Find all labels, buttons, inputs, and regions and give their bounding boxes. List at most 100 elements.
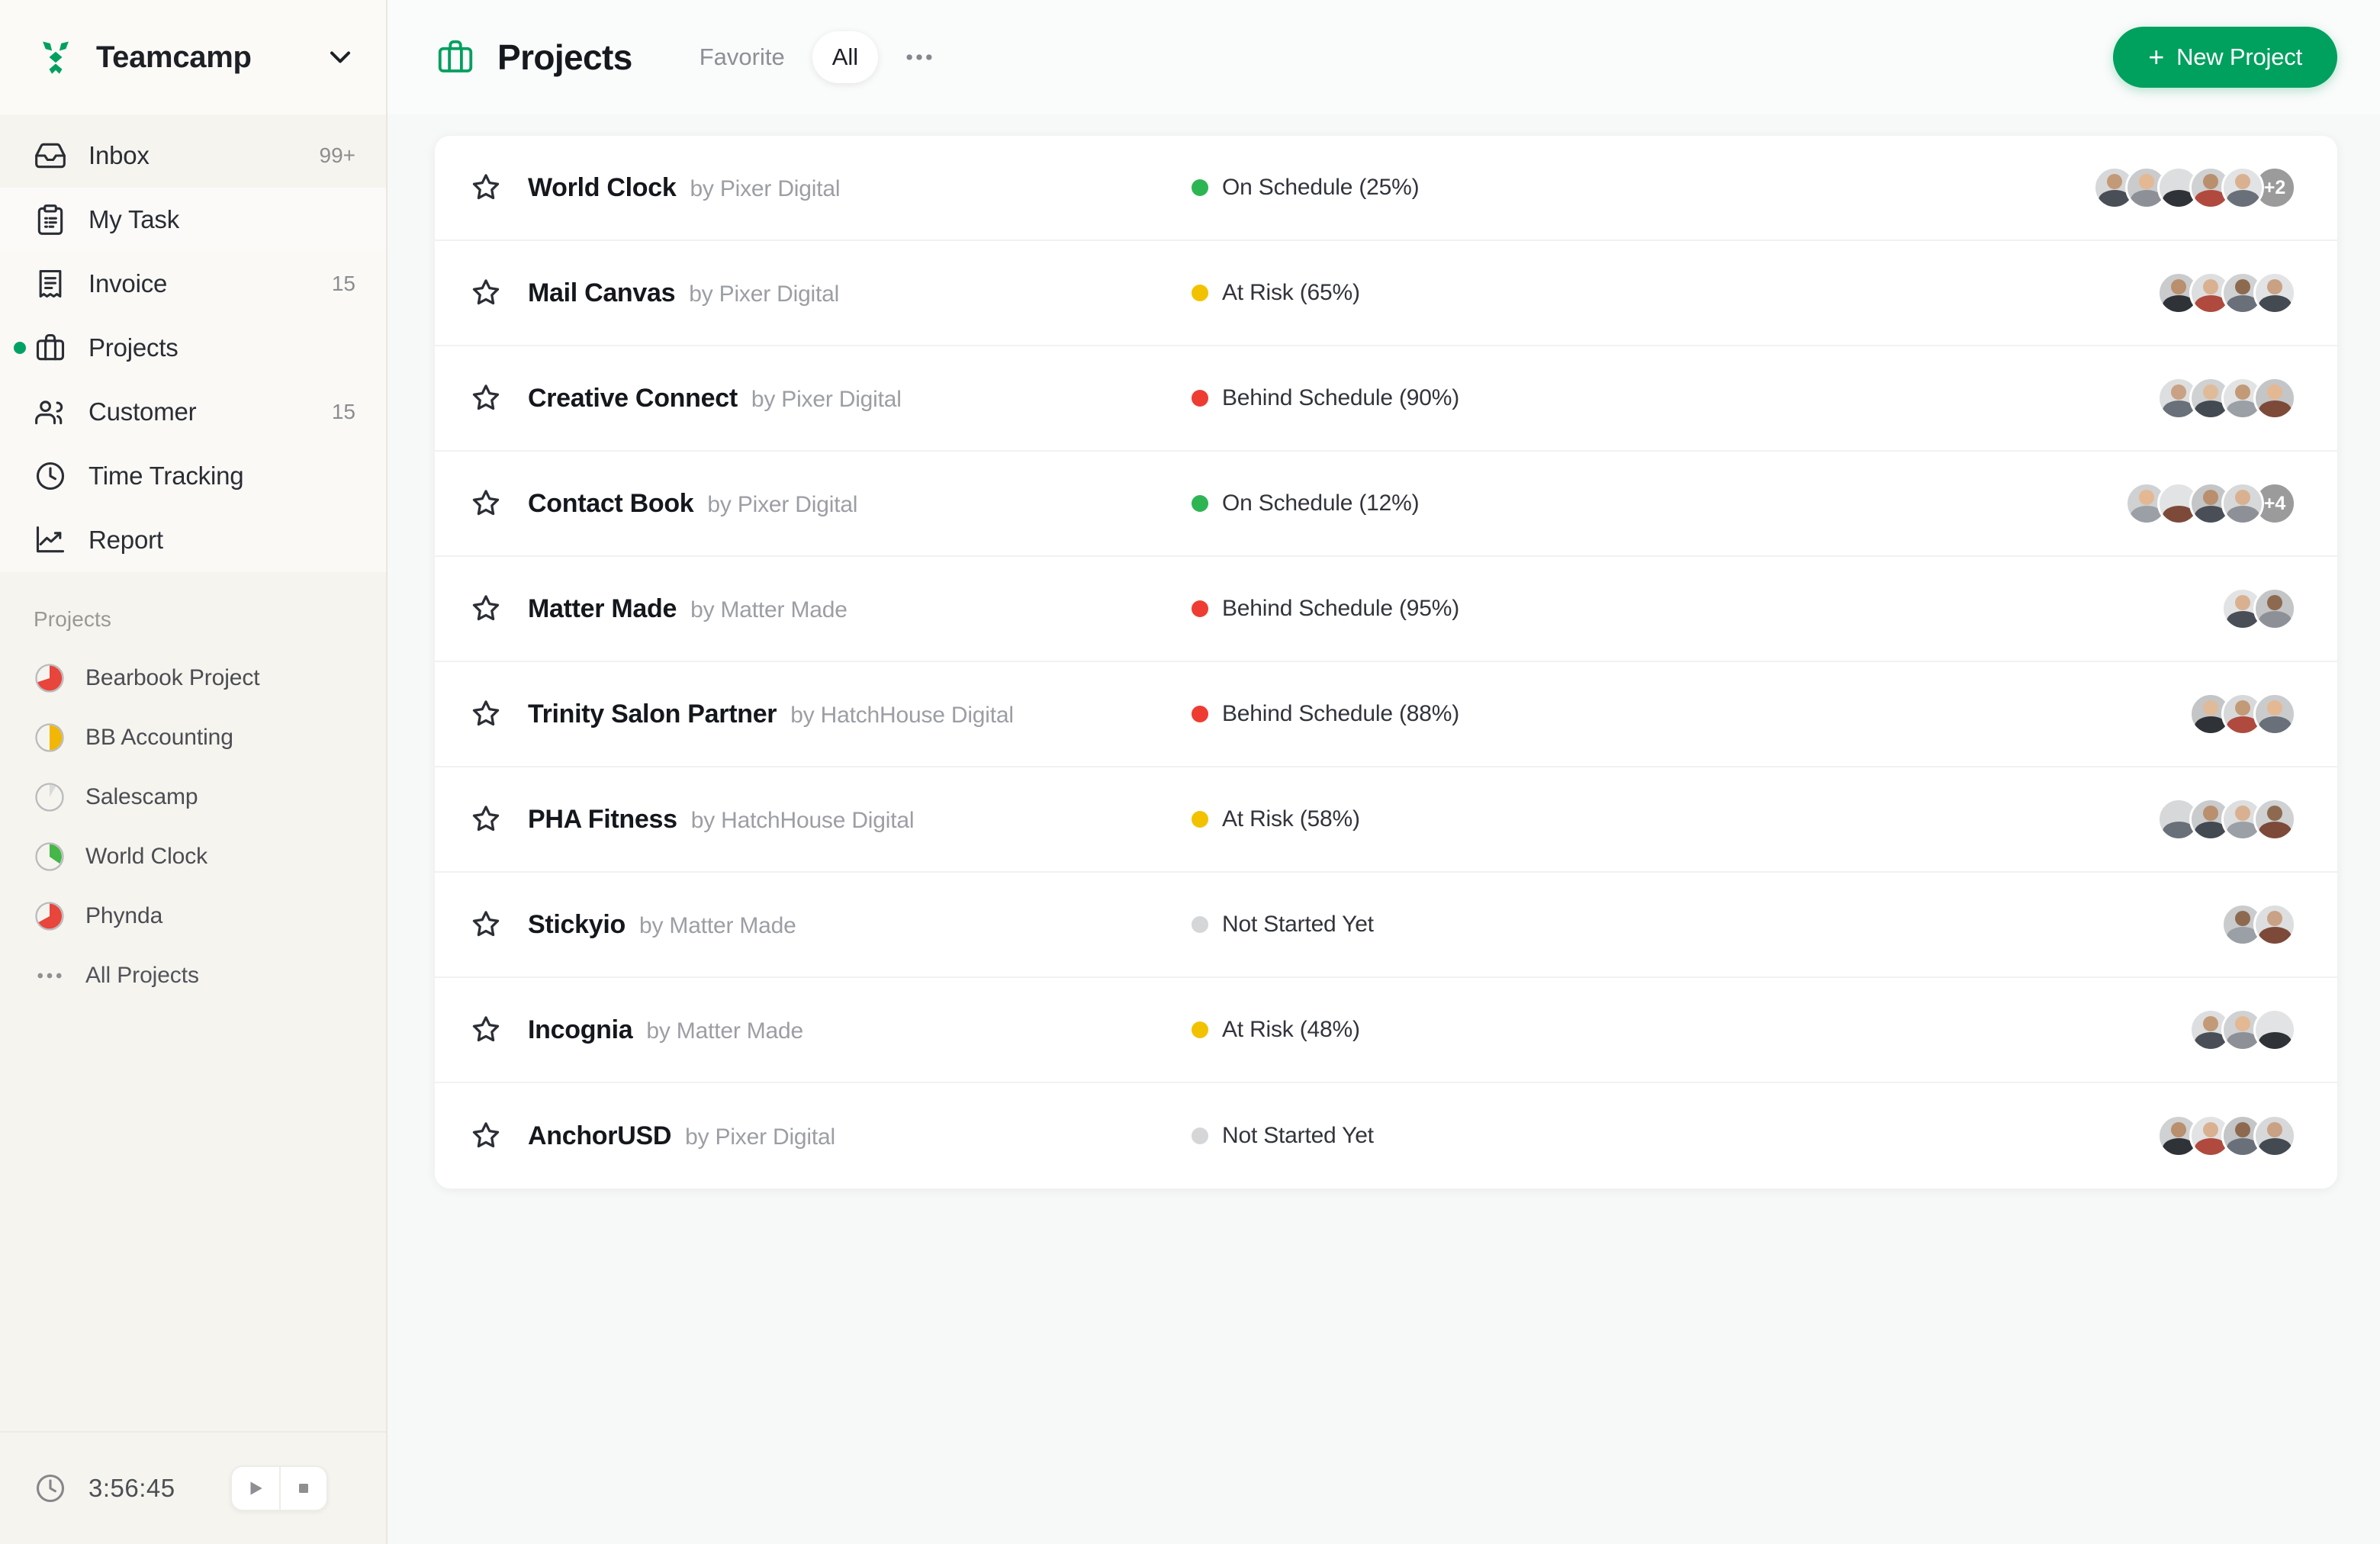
sidebar-item-label: Customer: [88, 397, 197, 426]
status-text: Behind Schedule (95%): [1222, 596, 1460, 621]
topbar: Projects Favorite All + New Project: [388, 0, 2380, 114]
star-outline-icon[interactable]: [468, 170, 503, 205]
avatar: [2221, 482, 2264, 525]
star-outline-icon[interactable]: [468, 275, 503, 310]
timer-elapsed: 3:56:45: [88, 1474, 175, 1502]
sidebar-all-projects-label: All Projects: [85, 963, 199, 988]
sidebar-item-projects[interactable]: Projects: [0, 316, 386, 380]
status-badge: On Schedule (12%): [1192, 491, 1726, 516]
status-dot-icon: [1192, 811, 1208, 828]
sidebar-item-badge: 15: [331, 400, 355, 423]
avatar-group[interactable]: [2157, 272, 2296, 314]
inbox-icon: [35, 143, 66, 169]
time-tracker-bar: 3:56:45: [0, 1431, 386, 1544]
sidebar-item-inbox[interactable]: Inbox 99+: [0, 124, 386, 188]
status-dot-icon: [1192, 390, 1208, 407]
timer-play-button[interactable]: [232, 1467, 279, 1510]
sidebar-project-label: BB Accounting: [85, 725, 233, 750]
app-root: Teamcamp Inbox 99+ My Task Invoice 15 Pr…: [0, 0, 2380, 1544]
table-row[interactable]: Stickyio by Matter Made Not Started Yet: [435, 873, 2337, 978]
tab-favorite[interactable]: Favorite: [680, 31, 805, 83]
table-row[interactable]: Incognia by Matter Made At Risk (48%): [435, 978, 2337, 1083]
progress-ring-icon: [35, 664, 64, 693]
avatar-group[interactable]: +2: [2093, 166, 2296, 209]
tabs-more-button[interactable]: [902, 40, 936, 74]
project-client: by HatchHouse Digital: [690, 807, 915, 833]
avatar-group[interactable]: [2157, 798, 2296, 841]
progress-ring-icon: [35, 723, 64, 752]
status-text: Behind Schedule (90%): [1222, 385, 1460, 410]
timer-stop-button[interactable]: [278, 1467, 326, 1510]
sidebar-item-time-tracking[interactable]: Time Tracking: [0, 444, 386, 508]
sidebar-all-projects[interactable]: All Projects: [0, 946, 386, 1005]
project-name-cell: Matter Made by Matter Made: [528, 594, 1192, 624]
star-outline-icon[interactable]: [468, 591, 503, 626]
star-outline-icon[interactable]: [468, 381, 503, 416]
table-row[interactable]: AnchorUSD by Pixer Digital Not Started Yet: [435, 1083, 2337, 1189]
star-outline-icon[interactable]: [468, 802, 503, 837]
clock-icon: [36, 462, 65, 491]
table-row[interactable]: Matter Made by Matter Made Behind Schedule…: [435, 557, 2337, 662]
sidebar-item-customer[interactable]: Customer 15: [0, 380, 386, 444]
avatar-group[interactable]: [2189, 693, 2296, 735]
chevron-down-icon[interactable]: [323, 40, 357, 74]
project-name-cell: Contact Book by Pixer Digital: [528, 489, 1192, 519]
sidebar-projects-list: Bearbook Project BB Accounting Salescamp: [0, 648, 386, 1005]
new-project-button[interactable]: + New Project: [2113, 27, 2337, 88]
table-row[interactable]: Creative Connect by Pixer Digital Behind S…: [435, 346, 2337, 452]
status-dot-icon: [1192, 706, 1208, 722]
stop-icon: [298, 1484, 308, 1493]
workspace-switcher[interactable]: Teamcamp: [0, 0, 386, 114]
status-badge: On Schedule (25%): [1192, 175, 1726, 201]
status-badge: At Risk (65%): [1192, 280, 1726, 306]
sidebar-item-badge: 15: [331, 272, 355, 295]
sidebar-project-world-clock[interactable]: World Clock: [0, 827, 386, 886]
new-project-label: New Project: [2176, 43, 2302, 70]
chart-line-icon: [36, 526, 65, 553]
page-title: Projects: [497, 37, 632, 77]
sidebar-project-bearbook[interactable]: Bearbook Project: [0, 648, 386, 708]
page-heading: Projects: [435, 37, 632, 78]
star-outline-icon[interactable]: [468, 1118, 503, 1153]
status-dot-icon: [1192, 1127, 1208, 1144]
star-outline-icon[interactable]: [468, 907, 503, 942]
table-row[interactable]: World Clock by Pixer Digital On Schedule (…: [435, 136, 2337, 241]
project-name-cell: AnchorUSD by Pixer Digital: [528, 1121, 1192, 1151]
project-name: Incognia: [528, 1015, 633, 1044]
sidebar-project-phynda[interactable]: Phynda: [0, 886, 386, 946]
sidebar: Teamcamp Inbox 99+ My Task Invoice 15 Pr…: [0, 0, 388, 1544]
table-row[interactable]: PHA Fitness by HatchHouse Digital At Risk …: [435, 767, 2337, 873]
progress-ring-icon: [35, 783, 64, 812]
project-client: by Pixer Digital: [689, 281, 840, 307]
sidebar-item-invoice[interactable]: Invoice 15: [0, 252, 386, 316]
table-row[interactable]: Trinity Salon Partner by HatchHouse Digit…: [435, 662, 2337, 767]
avatar-group[interactable]: [2189, 1008, 2296, 1051]
avatar-group[interactable]: +4: [2125, 482, 2296, 525]
avatar-group[interactable]: [2221, 903, 2296, 946]
avatar: [2221, 166, 2264, 209]
sidebar-item-my-task[interactable]: My Task: [0, 188, 386, 252]
status-dot-icon: [1192, 916, 1208, 933]
plus-icon: +: [2148, 41, 2165, 72]
avatar-group[interactable]: [2157, 1115, 2296, 1157]
sidebar-item-report[interactable]: Report: [0, 508, 386, 572]
status-text: At Risk (65%): [1222, 280, 1360, 305]
project-client: by Pixer Digital: [690, 175, 841, 201]
project-name: AnchorUSD: [528, 1121, 672, 1150]
project-client: by Matter Made: [639, 912, 796, 938]
sidebar-project-salescamp[interactable]: Salescamp: [0, 767, 386, 827]
star-outline-icon[interactable]: [468, 696, 503, 732]
star-outline-icon[interactable]: [468, 486, 503, 521]
sidebar-project-bb-accounting[interactable]: BB Accounting: [0, 708, 386, 767]
status-text: On Schedule (25%): [1222, 175, 1420, 200]
table-row[interactable]: Mail Canvas by Pixer Digital At Risk (65%): [435, 241, 2337, 346]
avatar-group[interactable]: [2157, 377, 2296, 420]
project-client: by Matter Made: [646, 1018, 804, 1044]
status-dot-icon: [1192, 1021, 1208, 1038]
table-row[interactable]: Contact Book by Pixer Digital On Schedule …: [435, 452, 2337, 557]
progress-ring-icon: [35, 902, 64, 931]
avatar-group[interactable]: [2221, 587, 2296, 630]
tab-all[interactable]: All: [812, 31, 879, 83]
star-outline-icon[interactable]: [468, 1012, 503, 1047]
